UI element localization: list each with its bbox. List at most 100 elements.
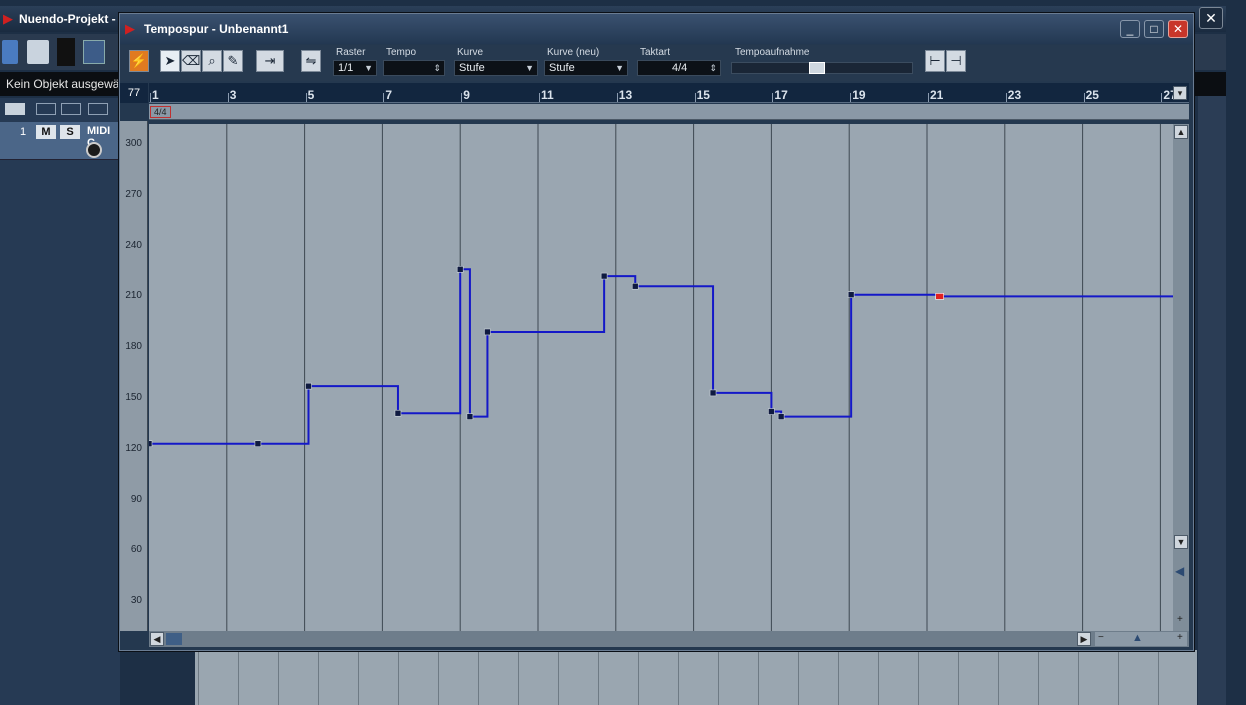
- track-r-filter-icon[interactable]: [88, 103, 108, 115]
- tempo-point[interactable]: [149, 440, 153, 448]
- arrange-grid-line: [798, 650, 799, 705]
- scroll-up-icon[interactable]: ▲: [1174, 125, 1188, 139]
- tempo-point[interactable]: [466, 413, 474, 420]
- maximize-button[interactable]: □: [1144, 20, 1164, 38]
- tempoaufnahme-slider[interactable]: [731, 62, 913, 74]
- ruler-bar-label: 17: [774, 88, 788, 102]
- dialog-titlebar[interactable]: ▶ Tempospur - Unbenannt1 _ □ ✕: [120, 14, 1193, 44]
- nuendo-logo-icon: ▶: [3, 11, 13, 26]
- vertical-scrollbar[interactable]: ▲ ▼ ◀ +: [1173, 124, 1189, 631]
- track-solo-button[interactable]: S: [60, 125, 80, 139]
- tempo-point[interactable]: [394, 409, 402, 417]
- power-icon[interactable]: [2, 40, 18, 64]
- tempo-curve-line: [149, 268, 1173, 445]
- arrange-grid-line: [598, 650, 599, 705]
- scroll-thumb[interactable]: [166, 633, 182, 645]
- tempo-point[interactable]: [847, 291, 855, 299]
- track-m-filter-icon[interactable]: [36, 103, 56, 115]
- kurve-neu-select[interactable]: Stufe ▼: [544, 60, 628, 76]
- pointer-tool-icon[interactable]: ➤: [160, 50, 180, 72]
- tempo-point[interactable]: [631, 282, 639, 290]
- snap-toggle-icon[interactable]: ⇥: [256, 50, 284, 72]
- kurve-field[interactable]: Kurve Stufe ▼: [453, 47, 539, 78]
- arrange-grid-line: [438, 650, 439, 705]
- dialog-close-button[interactable]: ✕: [1168, 20, 1188, 38]
- scroll-left-icon[interactable]: ◀: [150, 632, 164, 646]
- tempoaufnahme-label: Tempoaufnahme: [735, 47, 810, 58]
- ruler-bar-label: 3: [229, 88, 237, 102]
- spinner-icon[interactable]: ⇕: [709, 61, 717, 75]
- ruler-tick: [461, 93, 463, 102]
- nuendo-logo-icon: ▶: [125, 21, 135, 36]
- raster-field[interactable]: Raster 1/1 ▼: [332, 47, 377, 78]
- track-list: [0, 98, 120, 705]
- kurve-neu-field[interactable]: Kurve (neu) Stufe ▼: [543, 47, 629, 78]
- autoscroll-icon[interactable]: [83, 40, 105, 64]
- arrange-grid-line: [1158, 650, 1159, 705]
- ruler-bar-label: 9: [463, 88, 470, 102]
- metronome-icon[interactable]: [27, 40, 49, 64]
- vertical-zoom-icon[interactable]: ◀: [1175, 564, 1184, 578]
- taktart-field[interactable]: Taktart 4/4 ⇕: [636, 47, 722, 78]
- arrange-grid-line: [398, 650, 399, 705]
- slider-thumb[interactable]: [808, 62, 825, 74]
- record-enable-icon[interactable]: [86, 142, 102, 158]
- erase-tool-icon[interactable]: ⌫: [181, 50, 201, 72]
- chevron-down-icon: ▼: [364, 63, 373, 73]
- tempo-point[interactable]: [305, 382, 312, 390]
- scroll-down-icon[interactable]: ▼: [1174, 535, 1188, 549]
- process-bars-icon[interactable]: ⊣: [946, 50, 966, 72]
- zoom-in-icon[interactable]: +: [1177, 632, 1183, 643]
- tempo-point[interactable]: [768, 408, 775, 415]
- tempo-field[interactable]: Tempo ⇕: [382, 47, 446, 78]
- dialog-title: Tempospur - Unbenannt1: [144, 22, 289, 36]
- track-row-1[interactable]: 1 M S MIDI C: [0, 122, 120, 160]
- tempo-axis-label: 30: [130, 595, 142, 607]
- selected-tempo-point[interactable]: [935, 293, 944, 300]
- zoom-out-icon[interactable]: −: [1098, 632, 1104, 643]
- process-tempo-icon[interactable]: ⊢: [925, 50, 945, 72]
- arrange-grid-line: [198, 650, 199, 705]
- arrange-grid-line: [998, 650, 999, 705]
- tempo-point[interactable]: [456, 266, 464, 273]
- tempo-input[interactable]: ⇕: [383, 60, 445, 76]
- tempo-point[interactable]: [777, 413, 785, 420]
- draw-tool-icon[interactable]: ✎: [223, 50, 243, 72]
- tempo-point[interactable]: [254, 440, 262, 448]
- tempo-point[interactable]: [709, 389, 717, 397]
- ruler-bar-label: 11: [541, 88, 554, 102]
- tempo-point[interactable]: [484, 328, 491, 336]
- track-s-filter-icon[interactable]: [61, 103, 81, 115]
- scroll-right-icon[interactable]: ▶: [1077, 632, 1091, 646]
- track-mute-button[interactable]: M: [36, 125, 56, 139]
- track-view-icon[interactable]: [5, 103, 25, 115]
- signature-track[interactable]: 4/4: [149, 104, 1189, 120]
- zoom-slider-thumb[interactable]: ▲: [1132, 632, 1143, 644]
- zoom-tool-icon[interactable]: ⌕: [202, 50, 222, 72]
- bar-ruler[interactable]: 1 3 5 7 9 11 13 15 17 19 21 23 25 27 ▾: [149, 83, 1189, 103]
- horizontal-zoom-slider[interactable]: − ▲ +: [1095, 632, 1187, 646]
- ruler-menu-icon[interactable]: ▾: [1173, 86, 1187, 100]
- project-close-button[interactable]: ✕: [1199, 7, 1223, 29]
- taktart-input[interactable]: 4/4 ⇕: [637, 60, 721, 76]
- spinner-icon[interactable]: ⇕: [433, 61, 441, 75]
- arrange-grid-line: [518, 650, 519, 705]
- tempo-axis-label: 270: [125, 188, 142, 200]
- tempo-axis-label: 180: [125, 341, 142, 353]
- tempo-point[interactable]: [600, 272, 608, 280]
- tempo-curve-area[interactable]: [149, 124, 1173, 631]
- raster-select[interactable]: 1/1 ▼: [333, 60, 377, 76]
- arrange-grid-line: [358, 650, 359, 705]
- arrange-grid-line: [958, 650, 959, 705]
- autoscroll-icon[interactable]: ⇋: [301, 50, 321, 72]
- tempo-edit-icon[interactable]: ⚡: [129, 50, 149, 72]
- chevron-down-icon: ▼: [615, 63, 624, 73]
- minimize-button[interactable]: _: [1120, 20, 1140, 38]
- kurve-select[interactable]: Stufe ▼: [454, 60, 538, 76]
- kurve-neu-value: Stufe: [549, 62, 575, 74]
- horizontal-scrollbar[interactable]: ◀ ▶ − ▲ +: [149, 631, 1189, 647]
- ruler-bar-label: 1: [152, 88, 159, 102]
- signature-marker[interactable]: 4/4: [150, 106, 171, 118]
- ruler-tick: [772, 93, 774, 102]
- zoom-in-icon[interactable]: +: [1177, 614, 1183, 625]
